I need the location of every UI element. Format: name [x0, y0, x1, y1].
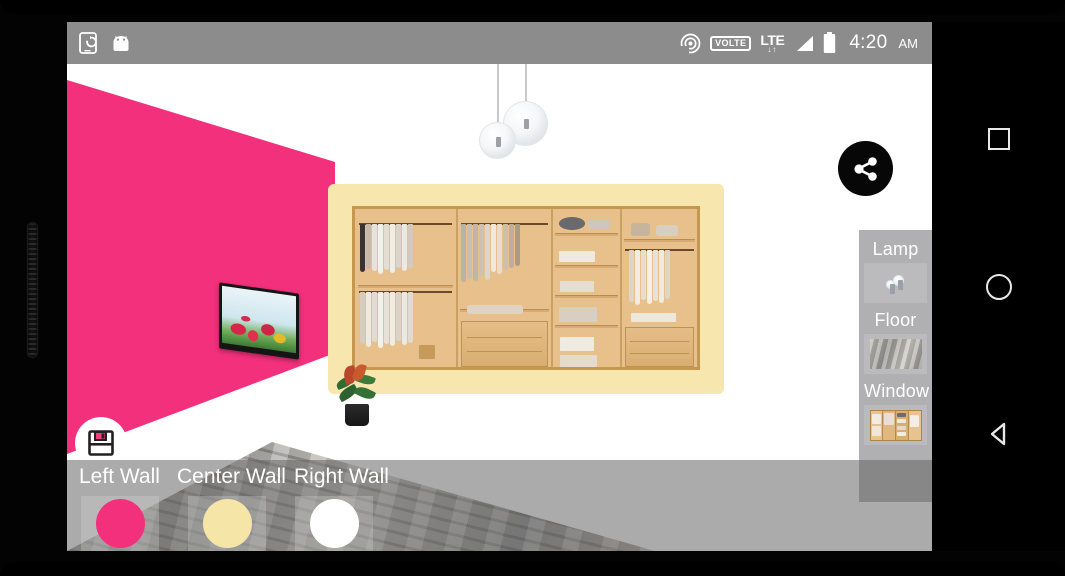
recents-square-icon	[987, 128, 1010, 150]
wall-tv[interactable]	[219, 282, 299, 360]
status-bar-time: 4:20	[849, 32, 888, 53]
status-bar-right-icons: VOLTE LTE ↓↑ 4:20 AM	[680, 32, 918, 54]
swatch-color-pink	[95, 499, 145, 548]
wall-label-center: Center Wall	[177, 465, 286, 488]
device-bezel-bottom	[0, 562, 1065, 576]
wall-swatch-right[interactable]	[295, 496, 373, 551]
wardrobe-section-shelves	[553, 209, 622, 367]
wall-selector-bar[interactable]: Left Wall Center Wall Right Wall	[67, 460, 932, 551]
wall-swatch-left[interactable]	[81, 496, 159, 551]
recents-button[interactable]	[982, 122, 1016, 156]
option-lamp-thumbnail[interactable]	[864, 263, 927, 303]
potted-plant	[334, 360, 380, 426]
wardrobe-thumb-icon	[869, 409, 922, 441]
wall-label-right: Right Wall	[294, 465, 389, 488]
swatch-color-white	[309, 499, 359, 548]
floor-texture-thumb-icon	[869, 339, 922, 369]
tv-screen-image	[222, 285, 296, 354]
room-left-wall[interactable]	[67, 80, 335, 454]
option-window[interactable]: Window	[864, 380, 930, 445]
wifi-calling-icon	[680, 33, 701, 54]
battery-icon	[823, 32, 836, 54]
save-floppy-icon	[88, 430, 114, 456]
device-screen: VOLTE LTE ↓↑ 4:20 AM Lamp Floor Window L…	[67, 22, 932, 551]
volume-rocker-button[interactable]	[27, 222, 38, 358]
option-window-label: Window	[864, 381, 930, 401]
wall-selector-labels: Left Wall Center Wall Right Wall	[67, 462, 932, 492]
room-preview-canvas[interactable]: Lamp Floor Window Left Wall Center Wall …	[67, 64, 932, 551]
status-bar-ampm: AM	[898, 35, 919, 51]
home-circle-icon	[985, 273, 1012, 300]
wall-swatch-center[interactable]	[188, 496, 266, 551]
phone-sync-icon	[79, 32, 98, 54]
wardrobe-section-left	[355, 209, 458, 367]
back-button[interactable]	[982, 417, 1016, 451]
android-navigation-bar	[932, 22, 1065, 551]
room-center-wall[interactable]	[328, 184, 724, 394]
share-button[interactable]	[838, 141, 893, 196]
volte-icon: VOLTE	[710, 35, 752, 51]
option-floor-label: Floor	[874, 310, 917, 330]
option-floor[interactable]: Floor	[864, 309, 927, 374]
plant-pot	[345, 404, 369, 426]
pendant-lamps[interactable]	[472, 64, 582, 174]
pendant-lamp-thumb-icon	[885, 275, 906, 294]
wall-label-left: Left Wall	[79, 465, 160, 488]
signal-bars-icon	[793, 34, 814, 53]
option-window-thumbnail[interactable]	[864, 405, 927, 445]
share-icon	[853, 156, 877, 181]
device-bezel-top	[0, 0, 1065, 14]
option-floor-thumbnail[interactable]	[864, 334, 927, 374]
status-bar-left-icons	[79, 32, 131, 54]
status-bar: VOLTE LTE ↓↑ 4:20 AM	[67, 22, 932, 64]
lte-signal-icon: LTE ↓↑	[760, 31, 785, 54]
wardrobe-section-center	[457, 209, 554, 367]
swatch-color-cream	[202, 499, 252, 548]
android-bot-icon	[111, 34, 131, 53]
option-lamp-label: Lamp	[872, 239, 919, 259]
wardrobe-image	[352, 206, 700, 370]
wall-selector-swatches[interactable]	[67, 496, 932, 551]
option-lamp[interactable]: Lamp	[864, 238, 927, 303]
wardrobe-section-right	[621, 209, 697, 367]
android-device: VOLTE LTE ↓↑ 4:20 AM Lamp Floor Window L…	[0, 0, 1065, 576]
back-triangle-icon	[990, 422, 1005, 446]
home-button[interactable]	[982, 270, 1016, 304]
